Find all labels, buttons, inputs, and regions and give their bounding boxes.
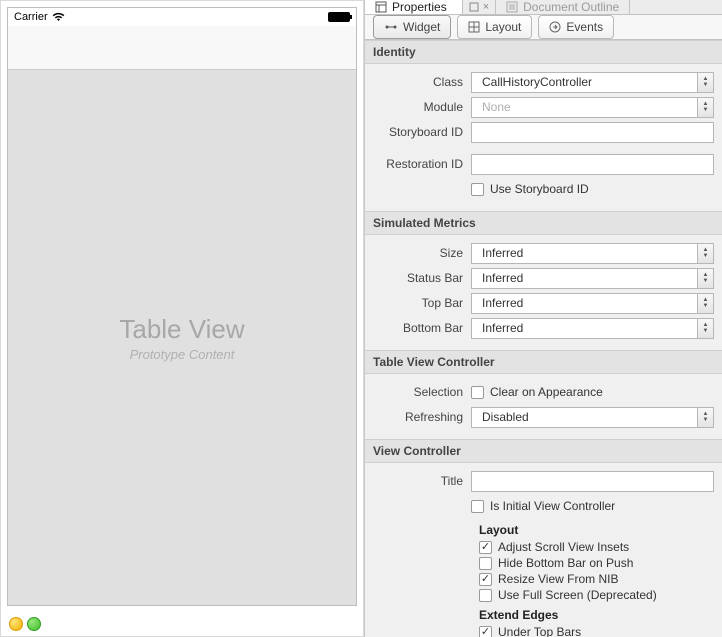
chevron-updown-icon: ▲▼ — [697, 319, 713, 338]
tab-document-outline[interactable]: Document Outline — [496, 0, 630, 14]
layout-heading: Layout — [479, 523, 714, 537]
panel-tabbar: Properties × Document Outline — [365, 0, 722, 15]
subtab-layout[interactable]: Layout — [457, 15, 532, 39]
bottombar-label: Bottom Bar — [373, 321, 471, 335]
vc-title-input[interactable] — [471, 471, 714, 492]
statusbar-label: Status Bar — [373, 271, 471, 285]
section-identity-header: Identity — [365, 40, 722, 64]
inspector-subtabs: Widget Layout Events — [365, 15, 722, 40]
subtab-widget-label: Widget — [403, 20, 440, 34]
statusbar-select[interactable]: Inferred ▲▼ — [471, 268, 714, 289]
module-select[interactable]: None ▲▼ — [471, 97, 714, 118]
use-storyboard-id-checkbox[interactable] — [471, 183, 484, 196]
under-top-checkbox[interactable] — [479, 626, 492, 637]
size-select[interactable]: Inferred ▲▼ — [471, 243, 714, 264]
chevron-updown-icon: ▲▼ — [697, 73, 713, 92]
subtab-events[interactable]: Events — [538, 15, 614, 39]
inspector-panel: Properties × Document Outline Widget Lay… — [364, 0, 722, 637]
first-responder-icon[interactable] — [9, 617, 23, 631]
module-label: Module — [373, 100, 471, 114]
section-metrics: Size Inferred ▲▼ Status Bar Inferred ▲▼ To… — [365, 235, 722, 350]
size-label: Size — [373, 246, 471, 260]
chevron-updown-icon: ▲▼ — [697, 269, 713, 288]
refreshing-label: Refreshing — [373, 410, 471, 424]
battery-icon — [328, 12, 350, 22]
close-panel-icon[interactable]: × — [483, 1, 489, 13]
section-metrics-header: Simulated Metrics — [365, 211, 722, 235]
clear-on-appearance-checkbox[interactable] — [471, 386, 484, 399]
hide-bottom-label: Hide Bottom Bar on Push — [498, 556, 633, 570]
statusbar-value: Inferred — [477, 271, 523, 285]
adjust-insets-label: Adjust Scroll View Insets — [498, 540, 629, 554]
topbar-value: Inferred — [477, 296, 523, 310]
section-tvc-header: Table View Controller — [365, 350, 722, 374]
module-placeholder: None — [477, 100, 511, 114]
use-storyboard-id-label: Use Storyboard ID — [490, 182, 589, 196]
storyboard-id-label: Storyboard ID — [373, 125, 471, 139]
status-bar: Carrier — [8, 8, 356, 26]
table-view-placeholder[interactable]: Table View Prototype Content — [8, 70, 356, 605]
chevron-updown-icon: ▲▼ — [697, 244, 713, 263]
chevron-updown-icon: ▲▼ — [697, 98, 713, 117]
navigation-bar — [8, 26, 356, 70]
interface-builder-canvas: Carrier Table View Prototype Content — [0, 0, 364, 637]
section-vc: Title Is Initial View Controller Layout … — [365, 463, 722, 637]
events-icon — [549, 21, 561, 33]
class-label: Class — [373, 75, 471, 89]
storyboard-id-input[interactable] — [471, 122, 714, 143]
fullscreen-label: Use Full Screen (Deprecated) — [498, 588, 657, 602]
topbar-label: Top Bar — [373, 296, 471, 310]
resize-nib-checkbox[interactable] — [479, 573, 492, 586]
undock-icon[interactable] — [469, 2, 479, 12]
is-initial-label: Is Initial View Controller — [490, 499, 615, 513]
subtab-layout-label: Layout — [485, 20, 521, 34]
chevron-updown-icon: ▲▼ — [697, 294, 713, 313]
table-view-subtitle: Prototype Content — [130, 347, 235, 362]
tab-properties-label: Properties — [392, 0, 447, 14]
bottombar-value: Inferred — [477, 321, 523, 335]
under-top-label: Under Top Bars — [498, 625, 581, 637]
resize-nib-label: Resize View From NIB — [498, 572, 618, 586]
hide-bottom-checkbox[interactable] — [479, 557, 492, 570]
device-frame: Carrier Table View Prototype Content — [7, 7, 357, 606]
bottombar-select[interactable]: Inferred ▲▼ — [471, 318, 714, 339]
class-select[interactable]: CallHistoryController ▲▼ — [471, 72, 714, 93]
table-view-title: Table View — [119, 314, 244, 345]
subtab-widget[interactable]: Widget — [373, 15, 451, 39]
clear-on-appearance-label: Clear on Appearance — [490, 385, 603, 399]
is-initial-checkbox[interactable] — [471, 500, 484, 513]
layout-icon — [468, 21, 480, 33]
carrier-label: Carrier — [14, 11, 48, 23]
tab-properties[interactable]: Properties — [365, 0, 463, 14]
class-value: CallHistoryController — [477, 75, 592, 89]
fullscreen-checkbox[interactable] — [479, 589, 492, 602]
widget-icon — [384, 22, 398, 32]
wifi-icon — [52, 12, 65, 22]
size-value: Inferred — [477, 246, 523, 260]
exit-icon[interactable] — [27, 617, 41, 631]
chevron-updown-icon: ▲▼ — [697, 408, 713, 427]
section-tvc: Selection Clear on Appearance Refreshing… — [365, 374, 722, 439]
subtab-events-label: Events — [566, 20, 603, 34]
tab-document-outline-label: Document Outline — [523, 0, 619, 14]
vc-title-label: Title — [373, 474, 471, 488]
restoration-id-input[interactable] — [471, 154, 714, 175]
refreshing-select[interactable]: Disabled ▲▼ — [471, 407, 714, 428]
extend-heading: Extend Edges — [479, 608, 714, 622]
refreshing-value: Disabled — [477, 410, 529, 424]
section-vc-header: View Controller — [365, 439, 722, 463]
properties-icon — [375, 1, 387, 13]
selection-label: Selection — [373, 385, 471, 399]
adjust-insets-checkbox[interactable] — [479, 541, 492, 554]
restoration-id-label: Restoration ID — [373, 157, 471, 171]
topbar-select[interactable]: Inferred ▲▼ — [471, 293, 714, 314]
document-outline-icon — [506, 1, 518, 13]
scene-dock — [1, 612, 363, 636]
section-identity: Class CallHistoryController ▲▼ Module No… — [365, 64, 722, 211]
